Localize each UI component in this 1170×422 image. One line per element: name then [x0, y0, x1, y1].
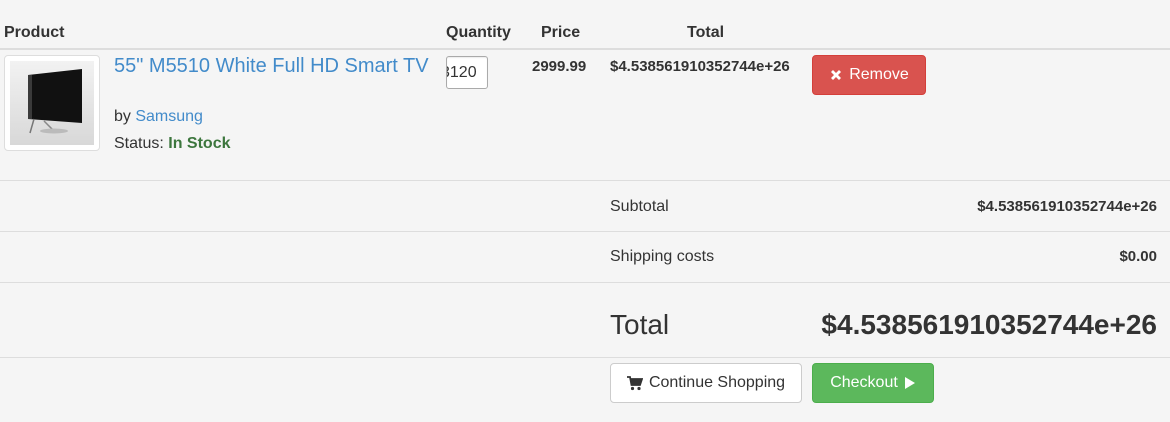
subtotal-value: $4.538561910352744e+26 [977, 198, 1157, 215]
product-brand-line: by Samsung [114, 108, 203, 126]
header-total: Total [687, 24, 725, 41]
grand-total-value: $4.538561910352744e+26 [821, 309, 1157, 340]
shopping-cart: Product Quantity Price Total 55" M5510 W… [0, 0, 1170, 422]
header-product: Product [4, 24, 65, 41]
grand-total-label: Total [610, 309, 670, 340]
row-divider-1 [0, 180, 1170, 181]
product-title-link[interactable]: 55" M5510 White Full HD Smart TV [114, 56, 434, 77]
by-prefix: by [114, 108, 131, 125]
play-icon [904, 376, 916, 390]
continue-shopping-button[interactable]: Continue Shopping [610, 363, 802, 403]
brand-link[interactable]: Samsung [135, 108, 203, 125]
row-divider-4 [0, 357, 1170, 358]
checkout-button[interactable]: Checkout [812, 363, 934, 403]
tv-icon [10, 61, 94, 145]
product-thumbnail[interactable] [4, 55, 100, 151]
item-total: $4.538561910352744e+26 [610, 58, 790, 75]
status-value: In Stock [168, 135, 231, 152]
remove-label: Remove [849, 66, 909, 83]
item-price: 2999.99 [532, 58, 587, 75]
tv-product-image [10, 61, 94, 145]
product-status: Status: In Stock [114, 135, 231, 153]
remove-button[interactable]: Remove [812, 55, 926, 95]
subtotal-label: Subtotal [610, 198, 669, 215]
header-price: Price [541, 24, 581, 41]
header-quantity: Quantity [446, 24, 511, 41]
row-divider-2 [0, 231, 1170, 232]
shopping-cart-icon [626, 375, 643, 391]
continue-shopping-label: Continue Shopping [648, 374, 786, 391]
remove-icon [829, 68, 843, 82]
header-divider [0, 48, 1170, 50]
checkout-label: Checkout [830, 374, 898, 391]
shipping-value: $0.00 [1119, 248, 1157, 265]
quantity-input[interactable] [446, 56, 488, 89]
row-divider-3 [0, 282, 1170, 283]
shipping-label: Shipping costs [610, 248, 715, 265]
status-label: Status: [114, 135, 164, 152]
